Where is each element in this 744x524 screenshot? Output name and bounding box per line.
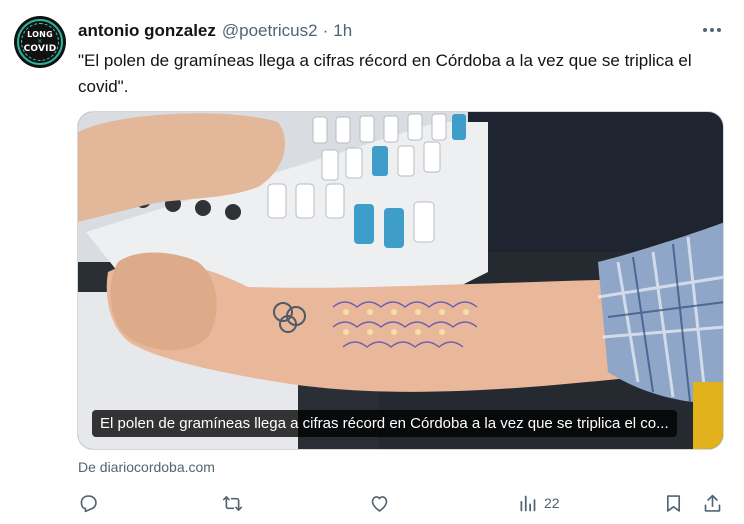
retweet-icon	[222, 495, 243, 511]
share-button[interactable]	[702, 488, 723, 518]
reply-icon	[80, 494, 97, 512]
avatar-text: LONG ✕ COVID	[23, 31, 57, 54]
reply-button[interactable]	[78, 488, 99, 518]
tweet-header: antonio gonzalez @poetricus2 · 1h	[78, 21, 352, 41]
share-icon	[704, 494, 721, 512]
heart-icon	[371, 495, 388, 512]
bookmark-button[interactable]	[663, 488, 684, 518]
views-icon	[520, 495, 536, 511]
timestamp[interactable]: 1h	[333, 21, 352, 41]
retweet-button[interactable]	[222, 488, 243, 518]
link-card[interactable]: El polen de gramíneas llega a cifras réc…	[77, 111, 724, 450]
author-handle[interactable]: @poetricus2	[222, 21, 318, 41]
author-name[interactable]: antonio gonzalez	[78, 21, 216, 41]
card-image	[78, 112, 723, 449]
more-options-button[interactable]	[697, 18, 727, 42]
avatar-text-line2: COVID	[23, 44, 57, 54]
like-button[interactable]	[369, 488, 390, 518]
views-count: 22	[544, 495, 560, 511]
bookmark-icon	[666, 494, 681, 512]
card-source[interactable]: De diariocordoba.com	[78, 459, 215, 475]
tweet-text: "El polen de gramíneas llega a cifras ré…	[78, 51, 692, 96]
card-caption: El polen de gramíneas llega a cifras réc…	[92, 410, 677, 437]
tweet-actions: 22	[0, 488, 744, 518]
separator-dot: ·	[322, 21, 329, 40]
more-icon	[703, 28, 721, 32]
avatar[interactable]: LONG ✕ COVID	[14, 16, 66, 68]
views-button[interactable]: 22	[517, 488, 560, 518]
